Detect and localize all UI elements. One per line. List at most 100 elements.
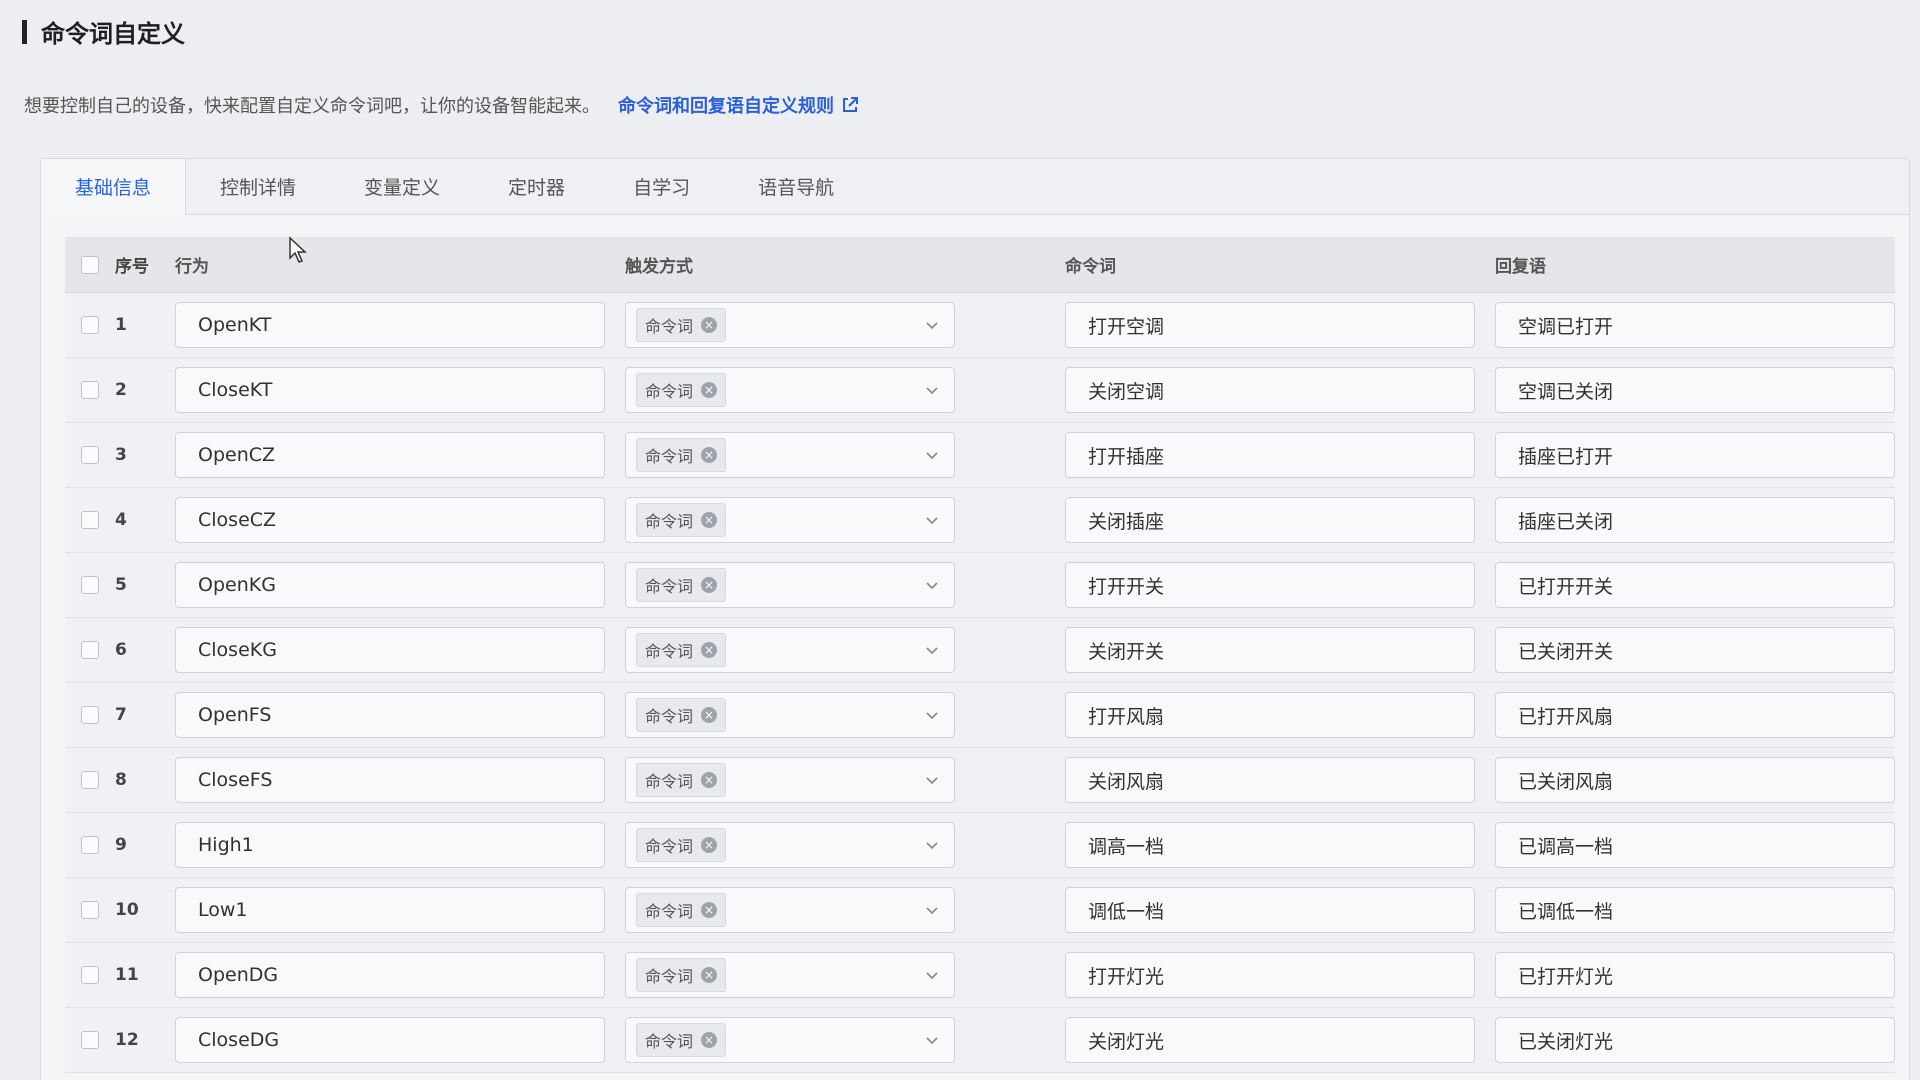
chevron-down-icon (926, 972, 938, 980)
action-input[interactable]: CloseCZ (175, 497, 605, 543)
action-input[interactable]: High1 (175, 822, 605, 868)
row-checkbox[interactable] (81, 836, 99, 854)
tag-remove-icon[interactable]: × (701, 837, 718, 853)
tab-timer[interactable]: 定时器 (474, 159, 599, 214)
tag-remove-icon[interactable]: × (701, 577, 718, 593)
chevron-down-icon (926, 322, 938, 330)
command-input[interactable]: 关闭风扇 (1065, 757, 1475, 803)
command-input[interactable]: 调高一档 (1065, 822, 1475, 868)
tag-remove-icon[interactable]: × (701, 317, 718, 333)
row-checkbox[interactable] (81, 706, 99, 724)
trigger-select[interactable]: 命令词 × (625, 1017, 955, 1063)
row-checkbox[interactable] (81, 1031, 99, 1049)
intro-text: 想要控制自己的设备，快来配置自定义命令词吧，让你的设备智能起来。 (24, 96, 600, 117)
command-input[interactable]: 打开风扇 (1065, 692, 1475, 738)
command-input[interactable]: 打开开关 (1065, 562, 1475, 608)
row-checkbox[interactable] (81, 381, 99, 399)
trigger-select[interactable]: 命令词 × (625, 627, 955, 673)
tag-remove-icon[interactable]: × (701, 707, 718, 723)
trigger-select[interactable]: 命令词 × (625, 497, 955, 543)
command-input[interactable]: 关闭空调 (1065, 367, 1475, 413)
table-row: 3 OpenCZ 命令词 × 打开插座 插座已打开 (65, 423, 1895, 488)
trigger-select[interactable]: 命令词 × (625, 692, 955, 738)
tab-voice-navigation[interactable]: 语音导航 (724, 159, 868, 214)
table-row: 12 CloseDG 命令词 × 关闭灯光 已关闭灯光 (65, 1008, 1895, 1073)
reply-input[interactable]: 空调已关闭 (1495, 367, 1895, 413)
row-index: 3 (115, 445, 127, 465)
command-input[interactable]: 打开灯光 (1065, 952, 1475, 998)
command-input[interactable]: 打开插座 (1065, 432, 1475, 478)
row-checkbox[interactable] (81, 576, 99, 594)
trigger-select[interactable]: 命令词 × (625, 887, 955, 933)
trigger-select[interactable]: 命令词 × (625, 432, 955, 478)
select-all-checkbox[interactable] (81, 255, 99, 274)
header-trigger: 触发方式 (625, 257, 693, 277)
trigger-select[interactable]: 命令词 × (625, 562, 955, 608)
row-checkbox[interactable] (81, 641, 99, 659)
tag-remove-icon[interactable]: × (701, 447, 718, 463)
tag-remove-icon[interactable]: × (701, 902, 718, 918)
trigger-select[interactable]: 命令词 × (625, 952, 955, 998)
table-row: 10 Low1 命令词 × 调低一档 已调低一档 (65, 878, 1895, 943)
row-checkbox[interactable] (81, 316, 99, 334)
action-input[interactable]: OpenKT (175, 302, 605, 348)
chevron-down-icon (926, 452, 938, 460)
table-row: 8 CloseFS 命令词 × 关闭风扇 已关闭风扇 (65, 748, 1895, 813)
row-checkbox[interactable] (81, 901, 99, 919)
command-input[interactable]: 调低一档 (1065, 887, 1475, 933)
chevron-down-icon (926, 517, 938, 525)
reply-input[interactable]: 已打开开关 (1495, 562, 1895, 608)
mouse-cursor-icon (289, 236, 307, 263)
rule-link[interactable]: 命令词和回复语自定义规则 (618, 92, 858, 118)
chevron-down-icon (926, 647, 938, 655)
action-input[interactable]: CloseFS (175, 757, 605, 803)
tag-remove-icon[interactable]: × (701, 772, 718, 788)
tag-remove-icon[interactable]: × (701, 382, 718, 398)
action-input[interactable]: CloseKG (175, 627, 605, 673)
action-input[interactable]: OpenCZ (175, 432, 605, 478)
tab-variable-definition[interactable]: 变量定义 (330, 159, 474, 214)
chevron-down-icon (926, 907, 938, 915)
trigger-tag-label: 命令词 (645, 317, 694, 336)
action-input[interactable]: CloseKT (175, 367, 605, 413)
tag-remove-icon[interactable]: × (701, 967, 718, 983)
command-input[interactable]: 关闭插座 (1065, 497, 1475, 543)
tag-remove-icon[interactable]: × (701, 642, 718, 658)
row-index: 7 (115, 705, 127, 725)
command-input[interactable]: 打开空调 (1065, 302, 1475, 348)
trigger-select[interactable]: 命令词 × (625, 302, 955, 348)
row-checkbox[interactable] (81, 771, 99, 789)
action-input[interactable]: CloseDG (175, 1017, 605, 1063)
action-input[interactable]: OpenFS (175, 692, 605, 738)
page-header: 命令词自定义 (22, 14, 185, 49)
trigger-tag: 命令词 × (636, 438, 727, 472)
row-index: 9 (115, 835, 127, 855)
row-checkbox[interactable] (81, 511, 99, 529)
reply-input[interactable]: 已调高一档 (1495, 822, 1895, 868)
reply-input[interactable]: 插座已打开 (1495, 432, 1895, 478)
command-input[interactable]: 关闭灯光 (1065, 1017, 1475, 1063)
tab-self-learning[interactable]: 自学习 (599, 159, 724, 214)
row-index: 5 (115, 575, 127, 595)
reply-input[interactable]: 已调低一档 (1495, 887, 1895, 933)
reply-input[interactable]: 已打开灯光 (1495, 952, 1895, 998)
trigger-select[interactable]: 命令词 × (625, 757, 955, 803)
reply-input[interactable]: 已打开风扇 (1495, 692, 1895, 738)
action-input[interactable]: OpenKG (175, 562, 605, 608)
tab-control-details[interactable]: 控制详情 (186, 159, 330, 214)
command-input[interactable]: 关闭开关 (1065, 627, 1475, 673)
tag-remove-icon[interactable]: × (701, 1032, 718, 1048)
row-checkbox[interactable] (81, 446, 99, 464)
reply-input[interactable]: 已关闭开关 (1495, 627, 1895, 673)
row-checkbox[interactable] (81, 966, 99, 984)
tab-basic-info[interactable]: 基础信息 (41, 159, 187, 215)
reply-input[interactable]: 插座已关闭 (1495, 497, 1895, 543)
trigger-select[interactable]: 命令词 × (625, 367, 955, 413)
action-input[interactable]: OpenDG (175, 952, 605, 998)
trigger-select[interactable]: 命令词 × (625, 822, 955, 868)
reply-input[interactable]: 已关闭风扇 (1495, 757, 1895, 803)
reply-input[interactable]: 已关闭灯光 (1495, 1017, 1895, 1063)
tag-remove-icon[interactable]: × (701, 512, 718, 528)
reply-input[interactable]: 空调已打开 (1495, 302, 1895, 348)
action-input[interactable]: Low1 (175, 887, 605, 933)
